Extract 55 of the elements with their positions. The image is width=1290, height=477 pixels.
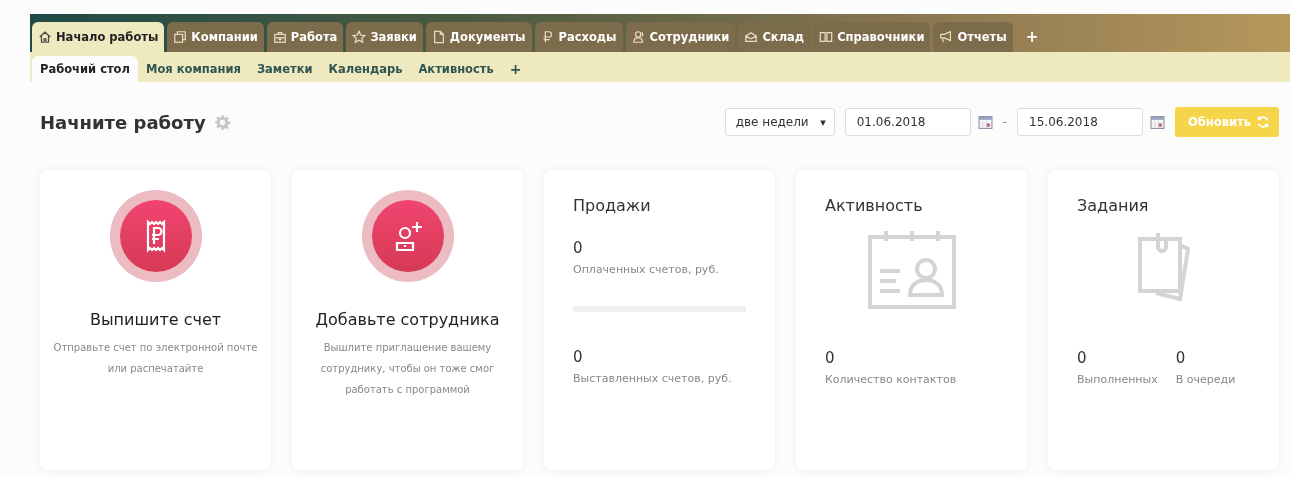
book-icon [819, 30, 834, 44]
date-field[interactable]: 15.06.2018 [1017, 108, 1144, 136]
case-icon [272, 30, 287, 44]
tab[interactable]: Справочники [813, 22, 931, 52]
tab[interactable]: Склад [738, 22, 811, 52]
add-tab-button[interactable]: + [1015, 22, 1049, 52]
card-title: Активность [825, 196, 924, 215]
stat-value: 0 [1077, 349, 1088, 367]
card-description: Вышлите приглашение вашему сотруднику, чтобы он тоже смог работать с программой [319, 341, 496, 397]
refresh-icon [1256, 115, 1270, 129]
tab[interactable]: Начало работы [32, 22, 165, 52]
receipt-icon[interactable] [109, 190, 202, 282]
sub-tab[interactable]: Календарь [320, 56, 411, 82]
contact-card-icon [865, 229, 958, 309]
tab[interactable]: Расходы [534, 22, 623, 52]
stat-value: 0 [573, 239, 584, 257]
tab[interactable]: Документы [425, 22, 532, 52]
date-separator: - [1002, 115, 1008, 129]
card-description: Отправьте счет по электронной почте или распечатайте [52, 341, 259, 376]
stat-value: 0 [573, 348, 584, 366]
inbox-icon [744, 30, 759, 44]
tab[interactable]: Заявки [346, 22, 423, 52]
add-sub-tab-button[interactable]: + [501, 56, 530, 82]
page-title: Начните работу [40, 111, 206, 133]
star-icon [352, 30, 367, 44]
tab[interactable]: Работа [266, 22, 344, 52]
stat-label: Выставленных счетов, руб. [573, 372, 733, 385]
sub-tab[interactable]: Активность [410, 56, 502, 82]
settings-icon[interactable] [213, 113, 231, 131]
mega-icon [939, 30, 954, 44]
date-field[interactable]: 01.06.2018 [844, 108, 971, 136]
calendar-icon[interactable] [1150, 114, 1166, 130]
card-title: Задания [1077, 196, 1150, 215]
card-title: Продажи [573, 196, 652, 215]
stat-label: Количество контактов [825, 373, 957, 386]
tab[interactable]: Отчеты [933, 22, 1013, 52]
period-dropdown[interactable]: две недели ▾ [724, 108, 835, 136]
sub-tab[interactable]: Рабочий стол [32, 56, 138, 82]
stat-label: Выполненных [1077, 373, 1158, 386]
calendar-icon[interactable] [977, 114, 993, 130]
copy-icon [173, 30, 188, 44]
sub-tab[interactable]: Заметки [248, 56, 321, 82]
sub-tab[interactable]: Моя компания [137, 56, 249, 82]
card-title: Выпишите счет [88, 310, 223, 329]
stat-label: В очереди [1175, 373, 1236, 386]
tab[interactable]: Сотрудники [625, 22, 736, 52]
add-user-icon[interactable] [361, 190, 454, 282]
stat-value: 0 [1175, 349, 1187, 367]
doc-icon [431, 30, 446, 44]
stat-label: Оплаченных счетов, руб. [573, 263, 720, 276]
stat-value: 0 [825, 349, 836, 367]
home-icon [38, 30, 52, 44]
tab[interactable]: Компании [167, 22, 264, 52]
people-icon [631, 30, 646, 44]
card-title: Добавьте сотрудника [314, 310, 501, 329]
